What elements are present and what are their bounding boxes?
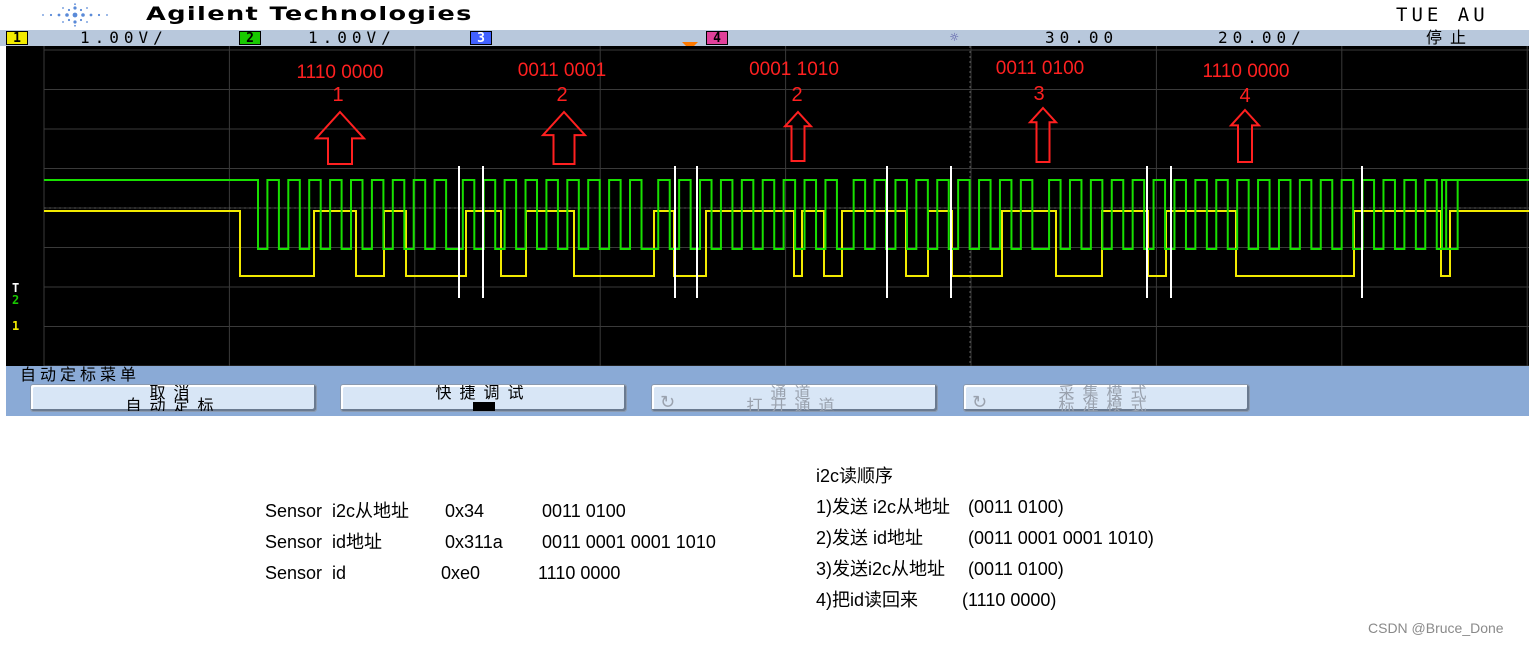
read-step-text: 2)发送 id地址 (816, 528, 924, 548)
byte-annotation: 0011 0100 (995, 58, 1085, 79)
agilent-spark-icon (42, 3, 108, 27)
menu-title: 自动定标菜单 (20, 365, 141, 384)
waveform-canvas (43, 46, 1529, 366)
read-step-text: 1)发送 i2c从地址 (816, 497, 951, 517)
delay-icon: ☼ (950, 30, 959, 46)
sequence-number: 4 (1239, 85, 1251, 107)
read-step-text: 4)把id读回来 (816, 590, 919, 610)
channel-2-scale: 1.00V/ (308, 28, 396, 47)
run-stop-status: 停止 (1426, 28, 1475, 47)
up-arrow-icon (782, 110, 814, 162)
horizontal-delay: 30.00 (1045, 28, 1119, 47)
sensor-bin: 1110 0000 (538, 563, 621, 583)
read-step-text: 3)发送i2c从地址 (816, 559, 946, 579)
channel-1-scale: 1.00V/ (80, 28, 168, 47)
sensor-bin: 0011 0100 (542, 501, 626, 521)
byte-annotation: 0001 1010 (749, 59, 839, 80)
up-arrow-icon (313, 110, 367, 165)
timebase-scale: 20.00/ (1218, 28, 1306, 47)
sequence-number: 3 (1033, 83, 1045, 105)
cancel-autoscale-button[interactable]: 取消 自动定标 (30, 384, 317, 412)
sensor-hex: 0x311a (445, 532, 503, 552)
read-step-value: (0011 0001 0001 1010) (968, 528, 1154, 548)
date-readout: TUE AU (1396, 4, 1489, 26)
quick-debug-button[interactable]: 快捷调试 (340, 384, 627, 412)
watermark: CSDN @Bruce_Done (1368, 620, 1504, 636)
oscilloscope-screen: Agilent Technologies TUE AU 1 1.00V/ 2 1… (0, 0, 1529, 416)
channels-button[interactable]: ↻ 通道 打开通道 (651, 384, 938, 412)
scl-waveform (44, 179, 1529, 250)
channel-status-bar: 1 1.00V/ 2 1.00V/ 3 4 ☼ 30.00 20.00/ 停止 (0, 28, 1529, 50)
sequence-number: 1 (332, 84, 344, 106)
channel-1-key[interactable]: 1 (6, 31, 28, 46)
softkey-label: 快捷调试 (435, 384, 532, 402)
softkey-sublabel: 打开通道 (746, 396, 843, 412)
read-step-value: (1110 0000) (962, 590, 1057, 610)
sensor-name: Sensor i2c从地址 (265, 501, 410, 521)
read-order-title: i2c读顺序 (816, 466, 894, 486)
up-arrow-icon (540, 110, 588, 165)
read-step-value: (0011 0100) (968, 559, 1064, 579)
annotation-arrows (313, 106, 1262, 165)
rotate-icon: ↻ (972, 392, 988, 412)
sensor-hex: 0x34 (445, 501, 485, 521)
sensor-name: Sensor id (265, 563, 347, 583)
channel-3-key[interactable]: 3 (470, 31, 492, 46)
channel-2-key[interactable]: 2 (239, 31, 261, 46)
channel-4-key[interactable]: 4 (706, 31, 728, 46)
byte-annotation: 1110 0000 (1202, 61, 1290, 82)
byte-boundary-markers (458, 166, 1363, 298)
channel-1-ground-marker[interactable]: 1 (12, 320, 19, 332)
softkey-menu: 自动定标菜单 取消 自动定标 快捷调试 ↻ 通道 打开通道 ↻ 采集模式 标准模… (6, 366, 1529, 416)
softkey-sublabel: 标准模式 (1058, 396, 1155, 412)
read-step-value: (0011 0100) (968, 497, 1064, 517)
byte-annotation: 0011 0001 (517, 60, 607, 81)
acquire-mode-button[interactable]: ↻ 采集模式 标准模式 (963, 384, 1250, 412)
block-icon (472, 402, 495, 411)
scl-trace (44, 179, 1529, 250)
up-arrow-icon (1027, 106, 1059, 163)
channel-2-ground-marker[interactable]: 2 (12, 294, 19, 306)
sensor-bin: 0011 0001 0001 1010 (542, 532, 716, 552)
up-arrow-icon (1228, 108, 1262, 163)
waveform-display: 1110 0000 1 0011 0001 2 0001 1010 2 0011… (6, 46, 1529, 366)
byte-annotation: 1110 0000 (296, 62, 384, 83)
sequence-number: 2 (556, 84, 568, 106)
brand-name: Agilent Technologies (146, 3, 473, 25)
scope-header: Agilent Technologies TUE AU (0, 0, 1529, 30)
rotate-icon: ↻ (660, 392, 676, 412)
sequence-number: 2 (791, 84, 803, 106)
softkey-sublabel: 自动定标 (125, 396, 222, 412)
sensor-name: Sensor id地址 (265, 532, 383, 552)
sensor-hex: 0xe0 (441, 563, 481, 583)
